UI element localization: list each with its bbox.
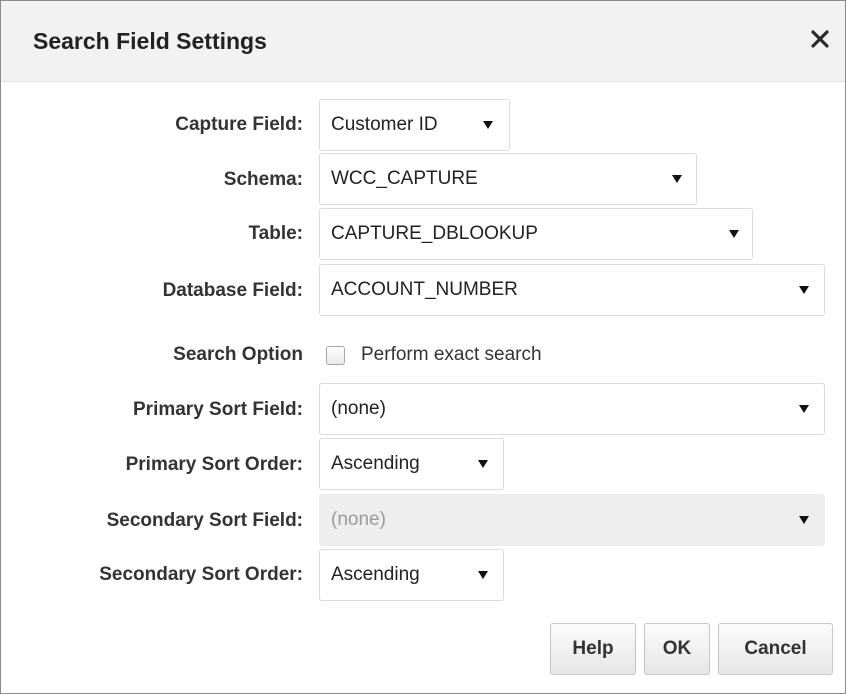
primary-sort-field-label: Primary Sort Field: <box>133 399 303 420</box>
capture-field-select[interactable]: Customer ID <box>319 99 510 151</box>
secondary-sort-field-select: (none) <box>319 494 825 546</box>
database-field-label: Database Field: <box>162 280 303 301</box>
secondary-sort-order-label: Secondary Sort Order: <box>99 564 303 585</box>
table-value: CAPTURE_DBLOOKUP <box>331 223 538 244</box>
close-icon <box>811 30 829 48</box>
dialog-title: Search Field Settings <box>33 28 267 54</box>
secondary-sort-order-select[interactable]: Ascending <box>319 549 504 601</box>
search-field-settings-dialog: Search Field Settings Capture Field: Cus… <box>0 0 846 694</box>
ok-button[interactable]: OK <box>644 623 710 675</box>
capture-field-label: Capture Field: <box>175 114 303 135</box>
triangle-down-icon <box>729 230 739 238</box>
dialog-titlebar: Search Field Settings <box>1 1 845 82</box>
help-button[interactable]: Help <box>550 623 636 675</box>
exact-search-checkbox-label[interactable]: Perform exact search <box>361 343 542 367</box>
primary-sort-order-label: Primary Sort Order: <box>125 454 303 475</box>
triangle-down-icon <box>483 121 493 129</box>
triangle-down-icon <box>799 286 809 294</box>
search-option-label: Search Option <box>173 344 303 365</box>
secondary-sort-field-value: (none) <box>331 509 386 530</box>
capture-field-value: Customer ID <box>331 114 438 135</box>
secondary-sort-field-label: Secondary Sort Field: <box>106 510 303 531</box>
triangle-down-icon <box>799 405 809 413</box>
schema-label: Schema: <box>223 169 303 190</box>
primary-sort-order-value: Ascending <box>331 453 420 474</box>
close-button[interactable] <box>804 23 836 55</box>
triangle-down-icon <box>672 175 682 183</box>
primary-sort-field-select[interactable]: (none) <box>319 383 825 435</box>
cancel-button[interactable]: Cancel <box>718 623 833 675</box>
primary-sort-field-value: (none) <box>331 398 386 419</box>
exact-search-checkbox[interactable] <box>326 346 345 365</box>
triangle-down-icon <box>478 460 488 468</box>
database-field-value: ACCOUNT_NUMBER <box>331 279 518 300</box>
database-field-select[interactable]: ACCOUNT_NUMBER <box>319 264 825 316</box>
schema-select[interactable]: WCC_CAPTURE <box>319 153 697 205</box>
secondary-sort-order-value: Ascending <box>331 564 420 585</box>
primary-sort-order-select[interactable]: Ascending <box>319 438 504 490</box>
triangle-down-icon <box>478 571 488 579</box>
schema-value: WCC_CAPTURE <box>331 168 478 189</box>
triangle-down-icon <box>799 516 809 524</box>
table-label: Table: <box>248 223 303 244</box>
table-select[interactable]: CAPTURE_DBLOOKUP <box>319 208 753 260</box>
